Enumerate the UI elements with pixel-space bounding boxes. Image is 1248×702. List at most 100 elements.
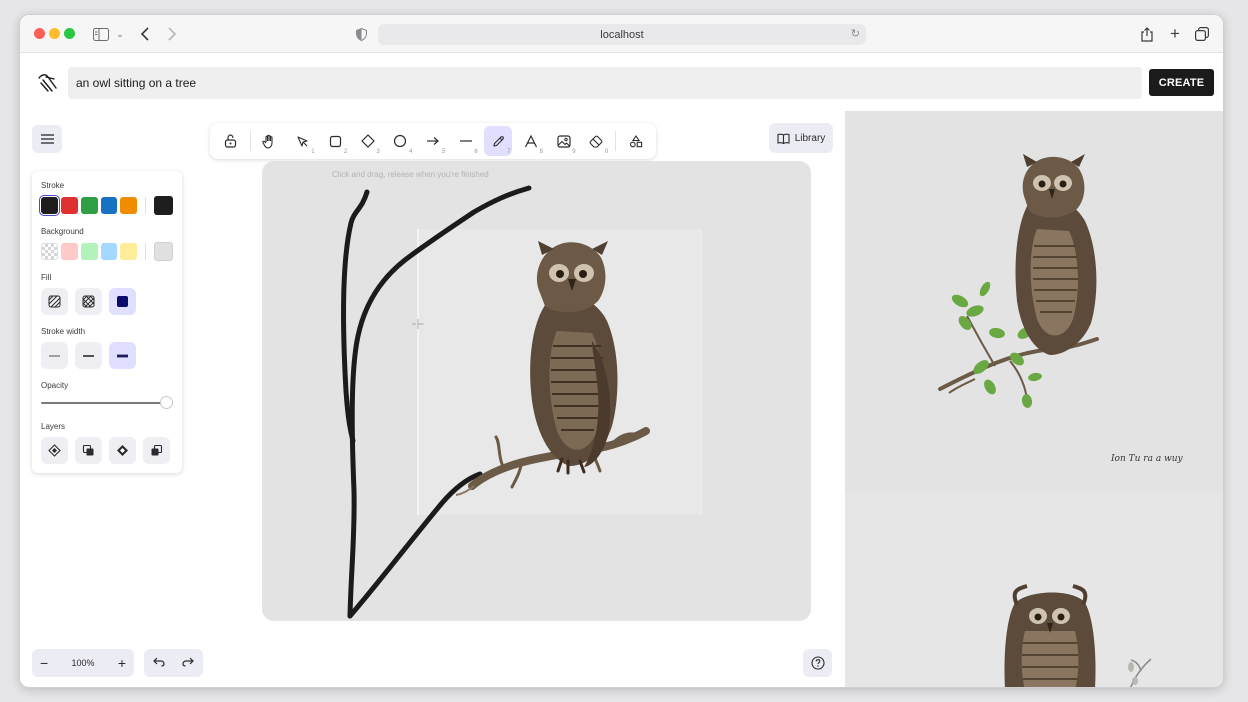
diamond-icon [361,134,375,148]
chevron-down-icon[interactable]: ⌄ [115,24,125,44]
rectangle-tool[interactable]: 2 [321,126,349,156]
background-color-green[interactable] [80,243,98,260]
stroke-color-black[interactable] [39,195,60,216]
text-icon [524,134,537,147]
undo-icon [152,657,165,667]
shortcut-key: 7 [507,149,511,155]
main-menu-button[interactable] [32,125,62,153]
text-tool[interactable]: 8 [517,126,545,156]
opacity-slider-track [41,402,167,404]
diamond-tool[interactable]: 3 [354,126,382,156]
help-icon [810,656,825,670]
background-color-blue[interactable] [100,243,118,260]
background-current-color[interactable] [154,242,173,261]
minimize-window-button[interactable] [49,28,60,39]
zoom-level[interactable]: 100% [71,658,94,668]
fill-solid-button[interactable] [109,288,136,315]
hand-tool[interactable] [256,126,284,156]
shortcut-key: 1 [311,149,315,155]
eraser-icon [589,135,603,148]
zoom-out-button[interactable]: − [40,655,48,671]
ellipse-tool[interactable]: 4 [386,126,414,156]
swatch-divider [145,197,147,214]
create-button[interactable]: CREATE [1149,69,1214,96]
shield-icon [354,24,368,44]
shapes-tool[interactable] [622,126,650,156]
send-backward-button[interactable] [75,437,102,464]
ellipse-icon [394,134,407,148]
thin-line-icon [49,355,60,356]
fill-hachure-button[interactable] [41,288,68,315]
book-icon [777,133,790,144]
lock-tool[interactable] [216,126,244,156]
zoom-controls: − 100% + [32,649,134,677]
hand-icon [262,134,273,149]
history-controls [144,649,203,677]
send-to-back-button[interactable] [41,437,68,464]
stroke-width-options [41,342,173,369]
help-button[interactable] [803,649,832,677]
drawing-canvas[interactable]: 1 2 3 4 5 6 7 8 9 0 Library Stroke Backg… [20,111,845,687]
stroke-width-thin-button[interactable] [41,342,68,369]
swatch-divider [145,243,147,260]
draw-tool[interactable]: 7 [484,126,513,156]
background-color-yellow[interactable] [120,243,138,260]
background-color-pink[interactable] [60,243,78,260]
shortcut-key: 4 [409,149,413,155]
zoom-window-button[interactable] [64,28,75,39]
shapes-icon [629,134,642,147]
shortcut-key: 2 [343,149,348,155]
address-bar[interactable]: localhost ↻ [378,24,866,45]
toolbar-divider [615,131,617,151]
arrow-tool[interactable]: 5 [419,126,447,156]
forward-arrow-icon[interactable] [165,24,179,44]
sketch-frame[interactable]: Click and drag, release when you're fini… [262,161,811,621]
sidebar-toggle-icon[interactable] [92,24,110,44]
background-label: Background [41,227,84,236]
undo-button[interactable] [152,656,165,670]
new-tab-icon[interactable]: + [1167,24,1183,44]
stroke-color-red[interactable] [60,197,78,214]
background-swatches [41,242,173,261]
zoom-in-button[interactable]: + [118,655,126,671]
back-arrow-icon[interactable] [138,24,152,44]
stroke-swatches [39,195,174,216]
stroke-color-blue[interactable] [100,197,118,214]
opacity-slider[interactable] [41,396,173,410]
lock-icon [224,134,236,148]
redo-icon [182,657,195,667]
library-button[interactable]: Library [769,123,833,153]
shortcut-key: 8 [539,149,543,155]
send-backward-icon [82,444,94,456]
fill-options [41,288,173,315]
stroke-color-orange[interactable] [120,197,138,214]
arrow-icon [427,137,439,145]
generated-owl-images [845,111,1223,687]
shortcut-key: 5 [441,149,446,155]
selection-tool[interactable]: 1 [288,126,316,156]
image-tool[interactable]: 9 [549,126,577,156]
tab-overview-icon[interactable] [1194,24,1210,44]
stroke-current-color[interactable] [154,196,174,215]
opacity-slider-thumb[interactable] [160,396,173,409]
background-color-transparent[interactable] [41,243,58,260]
generated-image-caption: Ion Tu ra a wuy [1111,454,1183,464]
redo-button[interactable] [182,656,195,670]
layer-options [41,437,173,464]
bring-forward-icon [117,445,128,456]
reload-icon[interactable]: ↻ [851,27,860,40]
prompt-input[interactable]: an owl sitting on a tree [68,67,1142,99]
eraser-tool[interactable]: 0 [582,126,610,156]
bring-forward-button[interactable] [109,437,136,464]
close-window-button[interactable] [34,28,45,39]
line-tool[interactable]: 6 [452,126,480,156]
solid-fill-icon [117,296,128,307]
stroke-width-bold-button[interactable] [75,342,102,369]
fill-crosshatch-button[interactable] [75,288,102,315]
stroke-width-extra-bold-button[interactable] [109,342,136,369]
stroke-color-green[interactable] [80,197,98,214]
toolbar-divider [249,131,251,151]
share-icon[interactable] [1139,24,1155,44]
bring-to-front-button[interactable] [143,437,170,464]
hachure-icon [48,295,61,308]
